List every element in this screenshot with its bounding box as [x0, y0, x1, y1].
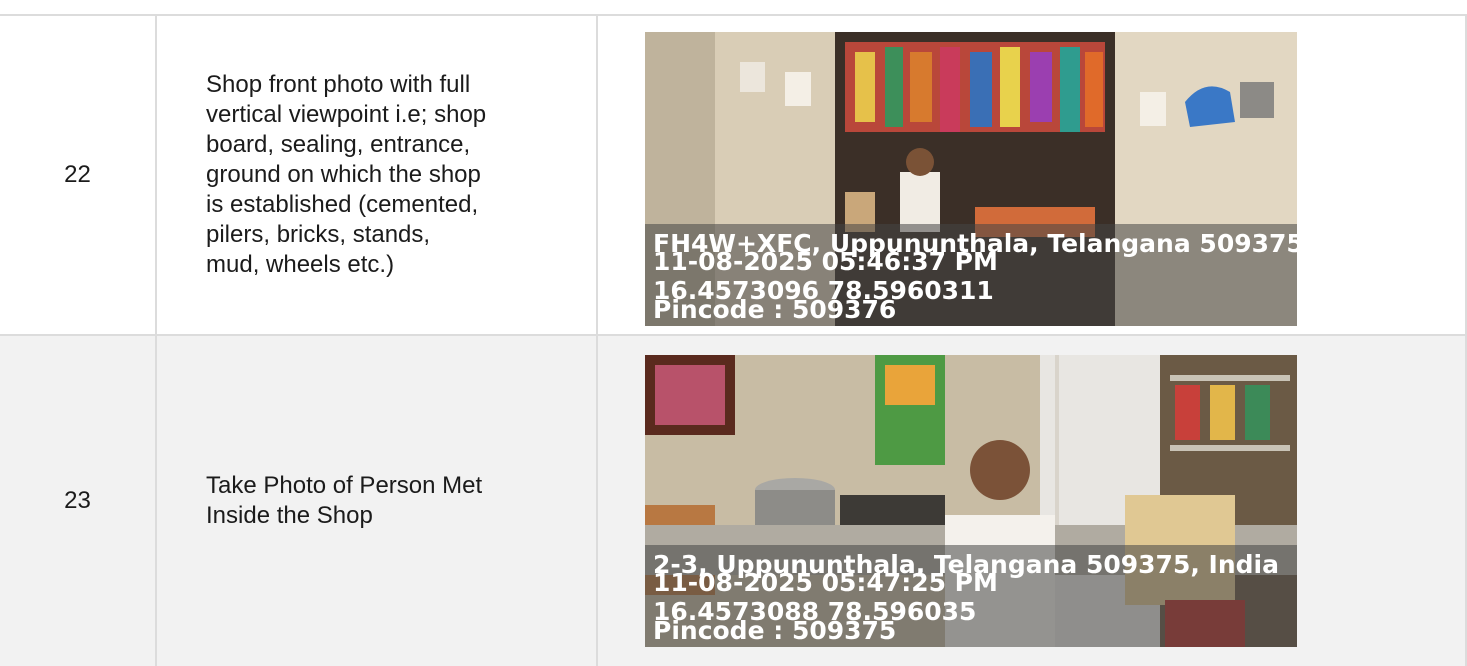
photo-geotag-overlay: 2-3, Uppununthala, Telangana 509375, Ind…: [645, 545, 1297, 647]
photo-geotag-overlay: FH4W+XFC, Uppununthala, Telangana 509375…: [645, 224, 1297, 326]
row-description-cell: Take Photo of Person Met Inside the Shop: [155, 336, 596, 666]
row-photo-cell: 2-3, Uppununthala, Telangana 509375, Ind…: [596, 336, 1467, 666]
table-row: 22 Shop front photo with full vertical v…: [0, 16, 1467, 336]
row-description-cell: Shop front photo with full vertical view…: [155, 16, 596, 334]
evidence-table: 22 Shop front photo with full vertical v…: [0, 14, 1467, 666]
geotag-datetime: 11-08-2025 05:46:37 PM: [653, 247, 998, 276]
row-description: Take Photo of Person Met Inside the Shop: [206, 472, 483, 529]
geotag-pincode: Pincode : 509375: [653, 616, 897, 645]
row-number: 23: [64, 487, 91, 514]
row-number: 22: [64, 161, 91, 188]
row-number-cell: 22: [0, 16, 155, 334]
row-photo-cell: FH4W+XFC, Uppununthala, Telangana 509375…: [596, 16, 1467, 334]
row-description: Shop front photo with full vertical view…: [206, 71, 487, 278]
geotag-pincode: Pincode : 509376: [653, 295, 897, 324]
table-row: 23 Take Photo of Person Met Inside the S…: [0, 336, 1467, 666]
shop-front-photo[interactable]: FH4W+XFC, Uppununthala, Telangana 509375…: [645, 32, 1297, 326]
row-number-cell: 23: [0, 336, 155, 666]
person-met-photo[interactable]: 2-3, Uppununthala, Telangana 509375, Ind…: [645, 355, 1297, 647]
geotag-datetime: 11-08-2025 05:47:25 PM: [653, 568, 998, 597]
